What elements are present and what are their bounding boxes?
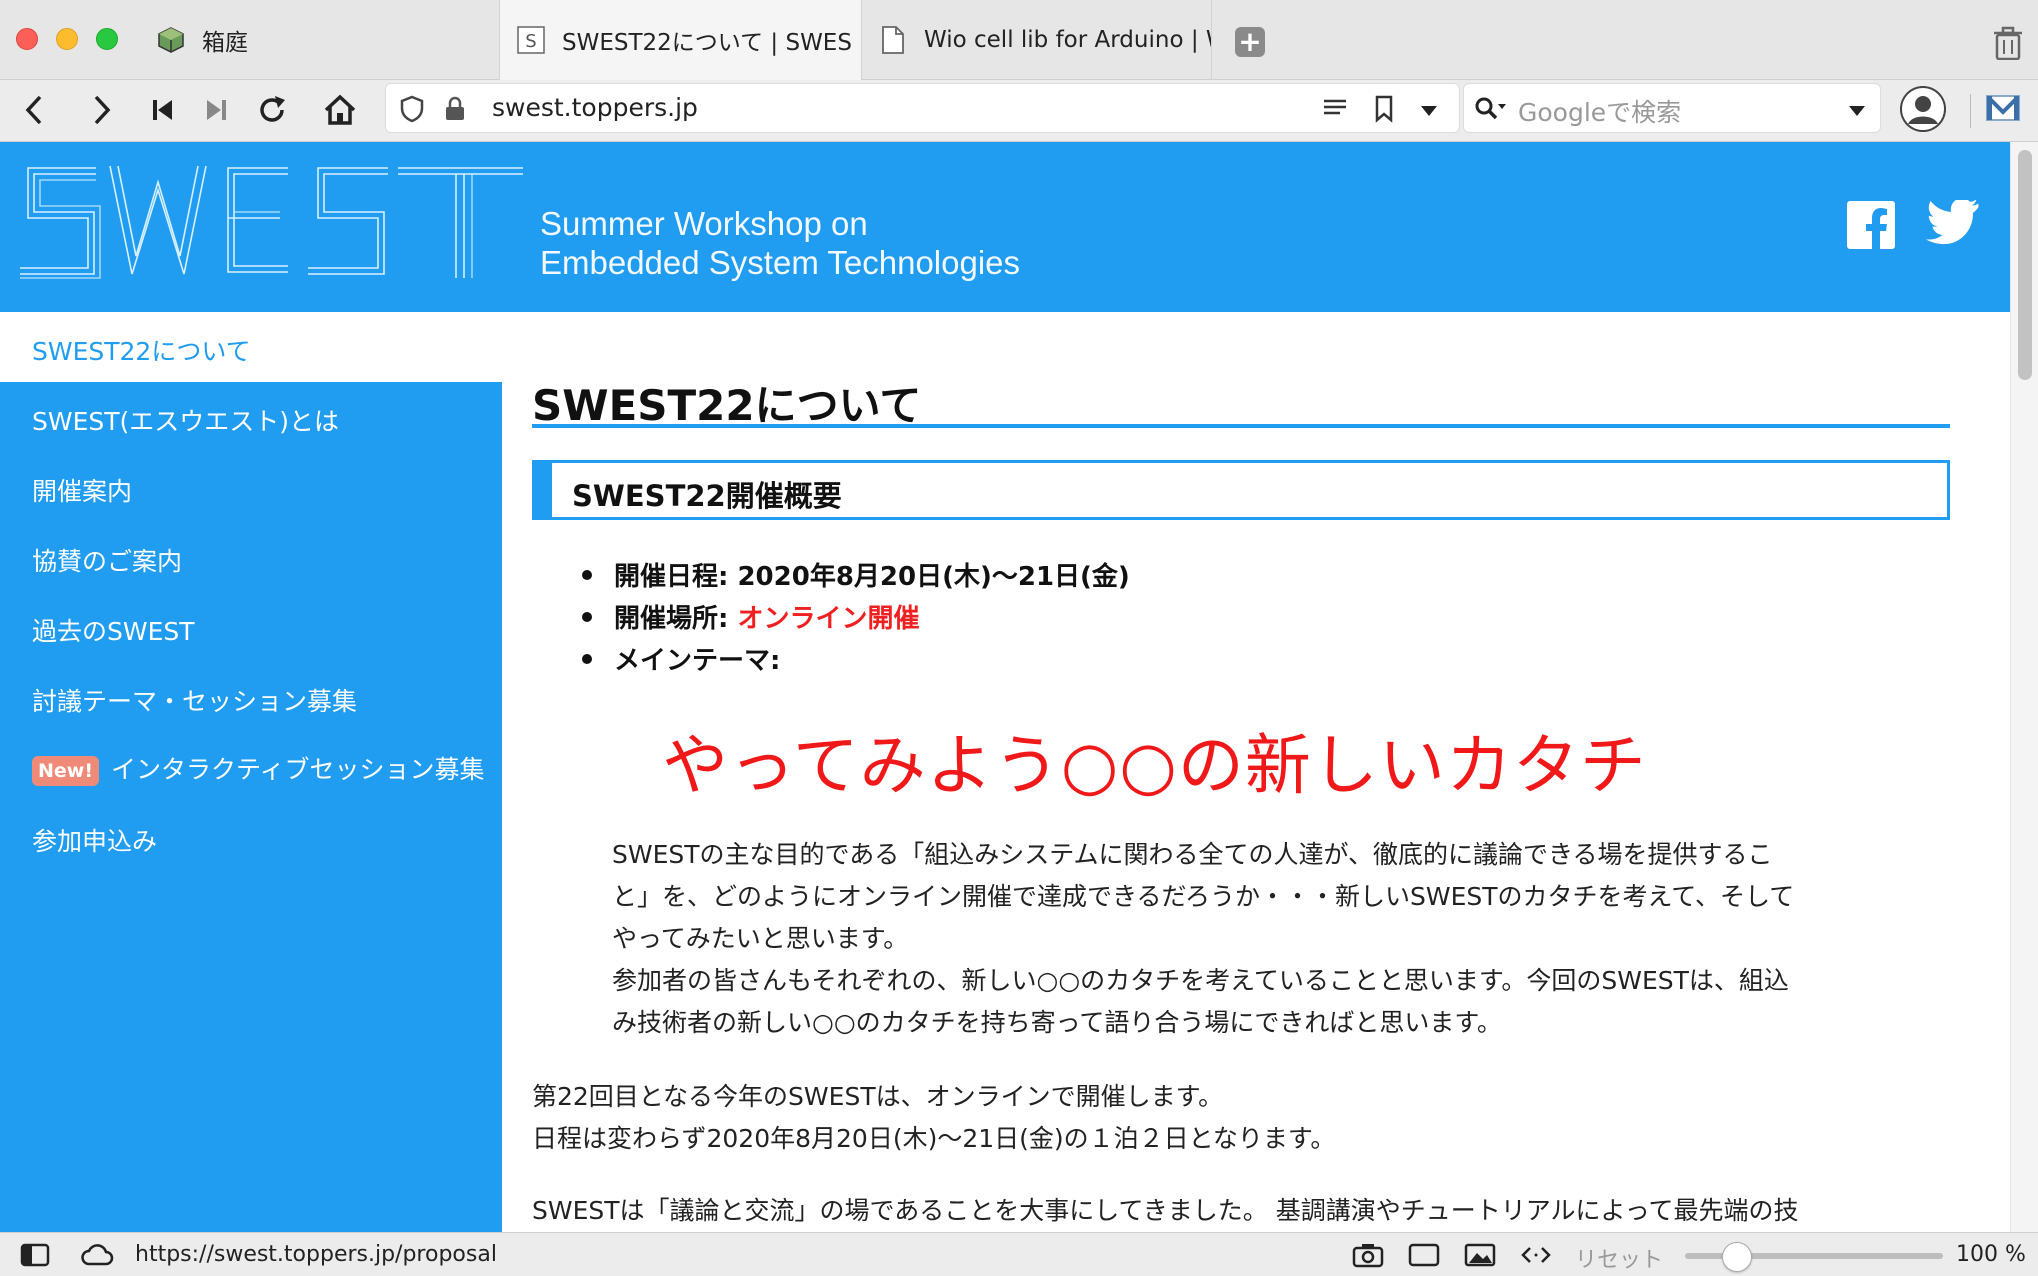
- tagline-line-1: Summer Workshop on: [540, 205, 868, 242]
- forward-button[interactable]: [82, 90, 122, 130]
- paragraph-line: み技術者の新しい○○のカタチを持ち寄って語り合う場にできればと思います。: [612, 1008, 1502, 1037]
- search-bar[interactable]: Googleで検索: [1463, 83, 1881, 133]
- url-text[interactable]: swest.toppers.jp: [492, 93, 698, 122]
- panel-toggle-icon[interactable]: [20, 1242, 50, 1268]
- tab-label: 箱庭: [202, 30, 248, 56]
- back-button[interactable]: [14, 90, 54, 130]
- new-tab-button[interactable]: +: [1235, 27, 1265, 57]
- tab-hakoniwa[interactable]: 箱庭: [140, 0, 500, 80]
- section-heading-box: SWEST22開催概要: [532, 460, 1950, 520]
- paragraph-line: と」を、どのようにオンライン開催で達成できるだろうか・・・新しいSWESTのカタ…: [612, 882, 1795, 911]
- link-preview-url: https://swest.toppers.jp/proposal: [135, 1242, 497, 1267]
- svg-text:S: S: [525, 31, 536, 52]
- tab-bar: 箱庭 S SWEST22について | SWES Wio cell lib for…: [0, 0, 2038, 80]
- list-item: メインテーマ:: [582, 640, 1130, 682]
- schedule-paragraph: 第22回目となる今年のSWESTは、オンラインで開催します。 日程は変わらず20…: [532, 1076, 1952, 1160]
- twitter-icon[interactable]: [1926, 198, 1982, 250]
- sidebar-item-interactive-session[interactable]: New! インタラクティブセッション募集: [32, 750, 485, 786]
- bullet-label: 開催日程:: [614, 562, 729, 592]
- page-scrollbar[interactable]: [2010, 142, 2038, 1232]
- home-button[interactable]: [320, 90, 360, 130]
- list-item: 開催日程: 2020年8月20日(木)〜21日(金): [582, 556, 1130, 598]
- facebook-icon[interactable]: [1846, 200, 1896, 250]
- sidebar-item-event-info[interactable]: 開催案内: [32, 472, 132, 508]
- sidebar-nav: SWEST22について SWEST(エスウエスト)とは 開催案内 協賛のご案内 …: [0, 312, 502, 1232]
- main-content: SWEST22について SWEST22開催概要 開催日程: 2020年8月20日…: [502, 312, 2010, 1232]
- lock-icon[interactable]: [444, 96, 466, 126]
- tagline-line-2: Embedded System Technologies: [540, 244, 1021, 281]
- fast-forward-button[interactable]: [196, 90, 236, 130]
- bullet-value: オンライン開催: [737, 604, 920, 634]
- paragraph-line: やってみたいと思います。: [612, 924, 909, 953]
- sidebar-item-swest22[interactable]: SWEST22について: [32, 332, 251, 368]
- sidebar-item-sponsorship[interactable]: 協賛のご案内: [32, 542, 182, 578]
- bullet-value: 2020年8月20日(木)〜21日(金): [737, 562, 1130, 592]
- site-tagline: Summer Workshop on Embedded System Techn…: [540, 204, 1020, 282]
- sidebar-item-label: インタラクティブセッション募集: [111, 755, 485, 784]
- title-underline: [532, 424, 1950, 428]
- discussion-paragraph: SWESTは「議論と交流」の場であることを大事にしてきました。 基調講演やチュー…: [532, 1196, 1799, 1225]
- sidebar-item-about[interactable]: SWEST(エスウエスト)とは: [32, 402, 339, 438]
- bookmark-icon[interactable]: [1374, 95, 1394, 127]
- trash-icon[interactable]: [1992, 26, 2024, 61]
- zoom-slider-handle[interactable]: [1722, 1242, 1752, 1272]
- sidebar-item-past-swest[interactable]: 過去のSWEST: [32, 612, 195, 648]
- list-item: 開催場所: オンライン開催: [582, 598, 1130, 640]
- browser-window: 箱庭 S SWEST22について | SWES Wio cell lib for…: [0, 0, 2038, 1276]
- navigation-toolbar: swest.toppers.jp Googleで検索: [0, 80, 2038, 142]
- shield-icon[interactable]: [400, 95, 424, 127]
- search-input[interactable]: Googleで検索: [1518, 93, 1681, 129]
- swest-s-icon: S: [516, 25, 546, 55]
- zoom-level: 100 %: [1956, 1242, 2026, 1267]
- code-icon[interactable]: [1520, 1242, 1551, 1268]
- status-bar: https://swest.toppers.jp/proposal リセット 1…: [0, 1232, 2038, 1276]
- bullet-label: メインテーマ:: [614, 646, 781, 676]
- profile-avatar[interactable]: [1900, 86, 1946, 132]
- search-engine-dropdown-icon[interactable]: [1848, 102, 1866, 121]
- section-title: SWEST22開催概要: [572, 479, 842, 513]
- paragraph-line: 日程は変わらず2020年8月20日(木)〜21日(金)の１泊２日となります。: [532, 1124, 1336, 1153]
- paragraph-line: SWESTの主な目的である「組込みシステムに関わる全ての人達が、徹底的に議論でき…: [612, 840, 1773, 869]
- swest-logo[interactable]: [18, 160, 528, 280]
- camera-icon[interactable]: [1352, 1242, 1384, 1268]
- zoom-window-button[interactable]: [96, 28, 118, 50]
- page-icon: [878, 25, 908, 55]
- toolbar-divider: [1970, 94, 1971, 128]
- close-window-button[interactable]: [16, 28, 38, 50]
- search-icon[interactable]: [1474, 96, 1508, 126]
- intro-paragraph: SWESTの主な目的である「組込みシステムに関わる全ての人達が、徹底的に議論でき…: [612, 834, 1942, 1044]
- tab-wio-cell-lib[interactable]: Wio cell lib for Arduino | Wi: [862, 0, 1212, 80]
- sidebar-item-registration[interactable]: 参加申込み: [32, 822, 157, 858]
- site-header: Summer Workshop on Embedded System Techn…: [0, 142, 2010, 312]
- reader-view-icon[interactable]: [1322, 98, 1348, 122]
- rewind-button[interactable]: [143, 90, 183, 130]
- scrollbar-thumb[interactable]: [2018, 150, 2032, 380]
- cloud-icon[interactable]: [80, 1242, 114, 1268]
- event-summary-list: 開催日程: 2020年8月20日(木)〜21日(金) 開催場所: オンライン開催…: [582, 556, 1130, 682]
- app-cube-icon: [156, 25, 186, 55]
- address-bar[interactable]: swest.toppers.jp: [385, 83, 1460, 133]
- chevron-down-icon[interactable]: [1420, 102, 1438, 121]
- window-icon[interactable]: [1408, 1242, 1440, 1268]
- paragraph-line: 参加者の皆さんもそれぞれの、新しい○○のカタチを考えていることと思います。今回の…: [612, 966, 1789, 995]
- zoom-reset-button[interactable]: リセット: [1575, 1242, 1663, 1274]
- tab-label: Wio cell lib for Arduino | Wi: [924, 27, 1211, 53]
- tab-label: SWEST22について | SWES: [562, 30, 852, 56]
- sidebar-item-session-call[interactable]: 討議テーマ・セッション募集: [32, 682, 357, 718]
- minimize-window-button[interactable]: [56, 28, 78, 50]
- tab-swest22[interactable]: S SWEST22について | SWES: [500, 0, 862, 80]
- reload-button[interactable]: [252, 90, 292, 130]
- mail-icon[interactable]: [1985, 92, 2021, 128]
- bullet-label: 開催場所:: [614, 604, 729, 634]
- main-theme-text: やってみよう○○の新しいカタチ: [662, 727, 1647, 804]
- new-badge: New!: [32, 756, 100, 786]
- image-icon[interactable]: [1464, 1242, 1496, 1268]
- paragraph-line: 第22回目となる今年のSWESTは、オンラインで開催します。: [532, 1082, 1224, 1111]
